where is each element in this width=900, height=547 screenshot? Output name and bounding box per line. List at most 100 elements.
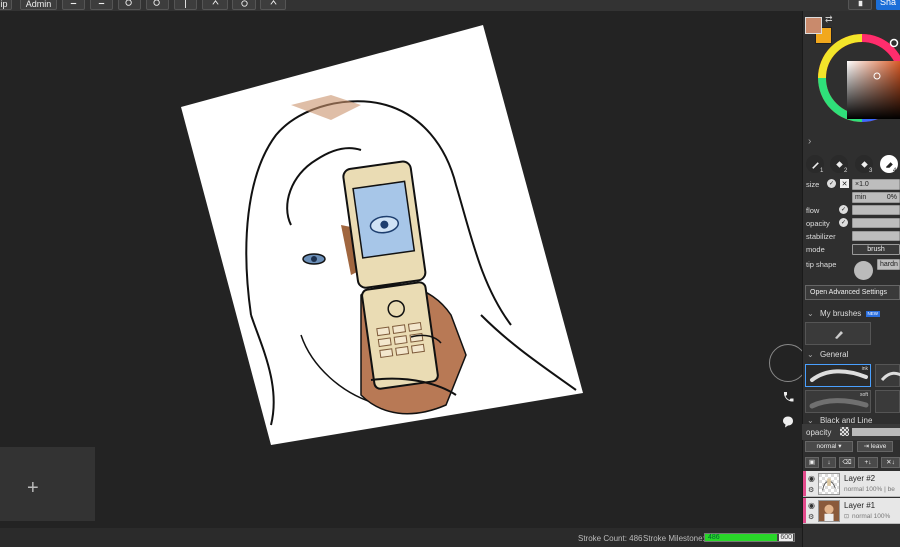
stroke-milestone-label: Stroke Milestone:: [643, 534, 705, 543]
leave-button[interactable]: ⇥ leave: [857, 441, 893, 452]
min-value: 0%: [886, 194, 897, 201]
stroke-count: Stroke Count: 486: [578, 534, 643, 543]
brush-add-icon: [835, 331, 843, 339]
my-brushes-label: My brushes: [819, 309, 862, 318]
blend-mode-select[interactable]: normal ▾: [805, 441, 853, 452]
undo-icon: [70, 2, 77, 5]
layer-row-2[interactable]: ◉ ⚙ Layer #2 normal 100% | be: [803, 471, 900, 497]
size-pressure-toggle[interactable]: ✓: [827, 179, 836, 188]
chat-icon[interactable]: [781, 415, 795, 429]
lock-small-icon: ⊡: [844, 514, 850, 520]
blend-mode-value: normal: [816, 443, 837, 450]
tool-number-4: 4: [893, 168, 897, 174]
artwork-paper[interactable]: [181, 25, 583, 445]
flip-icon: [185, 0, 186, 8]
zoom-out-icon: [153, 0, 160, 6]
min-label: min: [855, 194, 867, 201]
account-button[interactable]: [848, 0, 872, 10]
opacity-slider[interactable]: [852, 218, 900, 228]
status-bar: Stroke Count: 486 Stroke Milestone:: [0, 528, 802, 547]
flow-label: flow: [806, 206, 820, 215]
layer-marker: [803, 471, 806, 496]
size-min-input[interactable]: min 0%: [852, 192, 900, 203]
layer-marker: [803, 498, 806, 523]
brush-soft[interactable]: soft: [805, 390, 871, 413]
add-icon[interactable]: +: [27, 477, 39, 500]
lock-layer-button[interactable]: ▣: [805, 457, 819, 468]
zoom-in-icon: [125, 0, 132, 6]
layer-thumbnail: [818, 500, 840, 522]
new-frame-panel[interactable]: +: [0, 447, 95, 521]
tool-number-3: 3: [869, 168, 873, 174]
delete-layer-button[interactable]: ✕↓: [881, 457, 900, 468]
visibility-eye-icon[interactable]: ◉: [808, 501, 815, 510]
undo-button[interactable]: [62, 0, 85, 10]
color-wheel[interactable]: [817, 33, 900, 149]
layer-row-1[interactable]: ◉ ⚙ Layer #1 normal 100% ⊡: [803, 498, 900, 524]
stabilizer-slider[interactable]: [852, 231, 900, 241]
reset-rotation-button[interactable]: [232, 0, 256, 10]
app-menu-button[interactable]: ip: [0, 0, 12, 10]
rotate-left-button[interactable]: [202, 0, 228, 10]
chevron-down-icon: ⌄: [807, 416, 814, 424]
exit-icon: ⇥: [863, 443, 870, 450]
size-close-icon[interactable]: ✕: [840, 179, 849, 188]
brush-ink[interactable]: ink: [805, 364, 871, 387]
flow-slider[interactable]: [852, 205, 900, 215]
flip-button[interactable]: [174, 0, 197, 10]
hardness-input[interactable]: hardn: [877, 259, 900, 270]
phone-icon[interactable]: [781, 390, 795, 404]
tip-shape-preview[interactable]: [854, 261, 873, 280]
drawing-canvas[interactable]: +: [0, 11, 802, 521]
layer-meta: normal 100% | be: [844, 486, 895, 493]
layer-preview-icon: [822, 478, 836, 491]
layer-settings-icon[interactable]: ⚙: [808, 486, 814, 494]
layer-opacity-slider[interactable]: [852, 428, 900, 436]
foreground-color-swatch[interactable]: [805, 17, 822, 34]
size-label: size: [806, 180, 820, 189]
arrow-down-icon: ↓: [827, 459, 831, 466]
tip-shape-label: tip shape: [806, 260, 837, 269]
delete-icon: ✕↓: [886, 459, 895, 466]
brush-cursor-ring: [769, 344, 802, 382]
layer-settings-icon[interactable]: ⚙: [808, 513, 814, 521]
layer-name: Layer #1: [844, 501, 876, 510]
add-brush-slot[interactable]: [805, 322, 871, 345]
chevron-down-icon: ⌄: [807, 350, 814, 359]
rotate-right-button[interactable]: [260, 0, 286, 10]
expand-color-chevron-icon[interactable]: ›: [808, 136, 811, 147]
zoom-in-button[interactable]: [118, 0, 141, 10]
tool-number-2: 2: [844, 168, 848, 174]
swap-colors-icon[interactable]: ⇄: [825, 14, 833, 25]
soft-stroke-icon: [809, 398, 869, 409]
admin-button[interactable]: Admin: [20, 0, 57, 10]
move-layer-down-button[interactable]: ↓: [822, 457, 836, 468]
open-advanced-settings-button[interactable]: Open Advanced Settings: [805, 285, 900, 300]
brush-stroke-icon: [880, 371, 900, 382]
merge-layer-button[interactable]: +↓: [858, 457, 878, 468]
layer-thumbnail: [818, 473, 840, 495]
redo-button[interactable]: [90, 0, 113, 10]
fill-icon: [835, 160, 843, 168]
brush-next[interactable]: [875, 364, 900, 387]
opacity-pressure-toggle[interactable]: ✓: [839, 218, 848, 227]
layer-name: Layer #2: [844, 474, 876, 483]
my-brushes-header[interactable]: ⌄ My brushes NEW: [807, 309, 881, 318]
checker-icon[interactable]: [840, 427, 849, 436]
next-section-label: Black and Line: [819, 416, 873, 424]
visibility-eye-icon[interactable]: ◉: [808, 474, 815, 483]
size-input[interactable]: ×1.0: [852, 179, 900, 190]
layer-meta: normal 100%: [852, 513, 891, 520]
redo-icon: [98, 2, 105, 5]
share-button[interactable]: Sha: [876, 0, 900, 10]
flow-pressure-toggle[interactable]: ✓: [839, 205, 848, 214]
mode-label: mode: [806, 245, 825, 254]
next-brush-section-header[interactable]: ⌄ Black and Line: [807, 416, 872, 424]
general-header[interactable]: ⌄ General: [807, 350, 848, 359]
new-badge: NEW: [865, 310, 881, 317]
mode-select[interactable]: brush: [852, 244, 900, 255]
zoom-out-button[interactable]: [146, 0, 169, 10]
clear-layer-button[interactable]: ⌫: [839, 457, 855, 468]
brush-next-2[interactable]: [875, 390, 900, 413]
rotate-right-icon: [269, 0, 277, 5]
